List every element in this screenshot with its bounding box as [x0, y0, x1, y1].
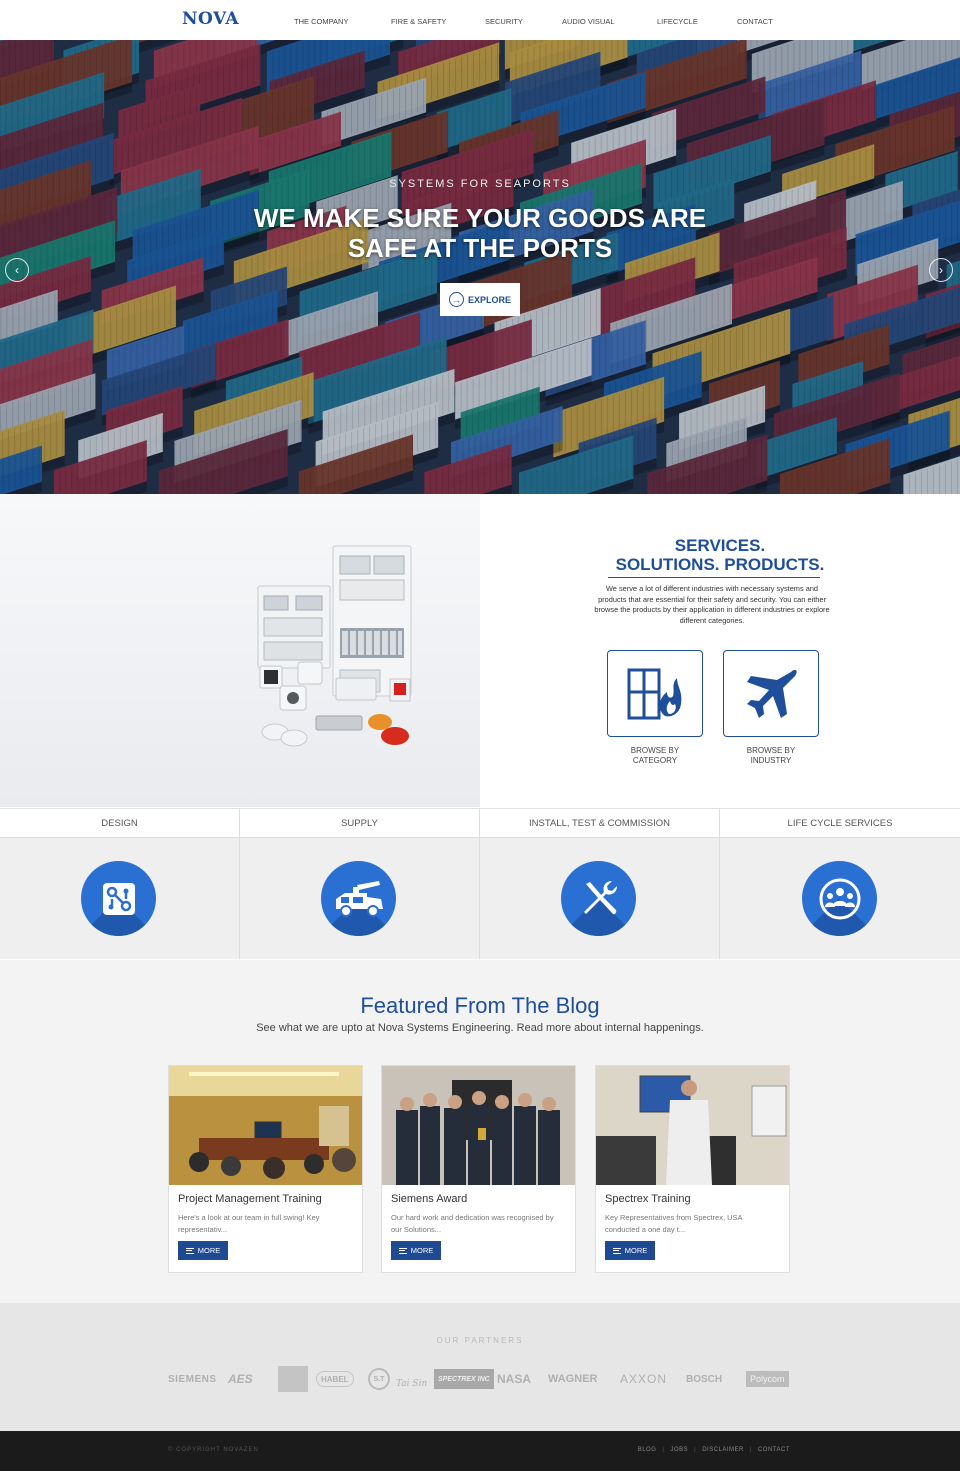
nav-item-the-company[interactable]: THE COMPANY — [294, 17, 348, 26]
footer-links: BLOG | JOBS | DISCLAIMER | CONTACT — [637, 1447, 790, 1453]
nav-item-audio-visual[interactable]: AUDIO VISUAL — [562, 17, 615, 26]
list-icon — [612, 1247, 621, 1254]
more-button[interactable]: MORE — [178, 1241, 228, 1260]
footer-link-contact[interactable]: CONTACT — [758, 1447, 790, 1453]
blog-section: Featured From The Blog See what we are u… — [0, 960, 960, 1303]
partner-logo-siemens[interactable]: SIEMENS — [168, 1368, 217, 1390]
services-description: We serve a lot of different industries w… — [594, 584, 830, 625]
blog-card-title[interactable]: Spectrex Training — [605, 1193, 691, 1205]
arrow-right-circle-icon: → — [448, 292, 464, 307]
blog-card[interactable]: Siemens Award Our hard work and dedicati… — [381, 1065, 576, 1273]
blog-card-image — [169, 1066, 362, 1185]
partner-logo-st[interactable]: S.T — [368, 1368, 390, 1390]
blog-title: Featured From The Blog — [360, 993, 600, 1018]
hero-slider: SYSTEMS FOR SEAPORTS WE MAKE SURE YOUR G… — [0, 40, 960, 494]
slider-prev-button[interactable]: ‹ — [5, 258, 29, 282]
process-install-label: INSTALL, TEST & COMMISSION — [480, 808, 719, 838]
partner-logo-nasa[interactable]: NASA — [497, 1368, 531, 1390]
blog-card-excerpt: Here's a look at our team in full swing!… — [178, 1213, 320, 1234]
blog-card-excerpt: Our hard work and dedication was recogni… — [391, 1213, 554, 1234]
more-button[interactable]: MORE — [391, 1241, 441, 1260]
nav-item-security[interactable]: SECURITY — [485, 17, 523, 26]
blog-card-title[interactable]: Siemens Award — [391, 1193, 467, 1205]
circuit-icon — [81, 861, 156, 936]
list-icon — [398, 1247, 407, 1254]
partner-logo-wagner[interactable]: WAGNER — [548, 1368, 598, 1390]
partners-title: OUR PARTNERS — [436, 1336, 524, 1345]
partner-logo-aes[interactable]: AES — [228, 1368, 253, 1390]
nav-item-contact[interactable]: CONTACT — [737, 17, 773, 26]
browse-by-industry-label: BROWSE BY INDUSTRY — [746, 746, 796, 765]
blog-card-image — [382, 1066, 575, 1185]
hero-title-line2: SAFE AT THE PORTS — [347, 233, 613, 263]
top-navigation: NOVA THE COMPANY FIRE & SAFETY SECURITY … — [0, 0, 960, 40]
services-divider — [608, 577, 820, 578]
partners-section: OUR PARTNERS SIEMENS AES HABEL S.T Tai S… — [0, 1303, 960, 1431]
chevron-left-icon: ‹ — [15, 263, 19, 277]
blog-card-title[interactable]: Project Management Training — [178, 1193, 322, 1205]
browse-by-category-label: BROWSE BY CATEGORY — [630, 746, 680, 765]
process-supply-label: SUPPLY — [240, 808, 479, 838]
footer-link-disclaimer[interactable]: DISCLAIMER — [702, 1447, 744, 1453]
partner-logo-axxon[interactable]: AXXON — [620, 1368, 667, 1390]
explore-button-label: EXPLORE — [467, 294, 511, 305]
services-title-line2: SOLUTIONS. PRODUCTS. — [615, 555, 825, 574]
hero-subtitle: SYSTEMS FOR SEAPORTS — [389, 178, 571, 190]
process-design-label: DESIGN — [0, 808, 239, 838]
footer-link-jobs[interactable]: JOBS — [670, 1447, 688, 1453]
process-install-test-commission[interactable]: INSTALL, TEST & COMMISSION — [480, 808, 720, 959]
fire-panel-product-image — [0, 494, 480, 807]
partner-logo-square[interactable] — [278, 1366, 308, 1392]
services-panel: SERVICES. SOLUTIONS. PRODUCTS. We serve … — [480, 494, 960, 807]
blog-card-excerpt: Key Representatives from Spectrex, USA c… — [605, 1213, 743, 1234]
tools-icon — [561, 861, 636, 936]
team-icon — [802, 861, 877, 936]
fire-alarm-equipment-illustration — [257, 545, 412, 747]
explore-button[interactable]: → EXPLORE — [440, 283, 520, 316]
blog-card[interactable]: Project Management Training Here's a loo… — [168, 1065, 363, 1273]
list-icon — [185, 1247, 194, 1254]
more-button[interactable]: MORE — [605, 1241, 655, 1260]
partner-logo-habel[interactable]: HABEL — [316, 1371, 354, 1387]
footer-link-blog[interactable]: BLOG — [638, 1447, 657, 1453]
browse-by-industry-button[interactable] — [723, 650, 819, 737]
partner-logo-tai-sin[interactable]: Tai Sin — [396, 1373, 427, 1395]
nav-item-fire-safety[interactable]: FIRE & SAFETY — [391, 17, 446, 26]
services-title-line1: SERVICES. — [674, 536, 766, 555]
window-fire-icon — [627, 668, 682, 719]
nova-logo[interactable]: NOVA — [182, 9, 239, 29]
partner-logo-polycom[interactable]: Polycom — [746, 1371, 789, 1387]
process-life-cycle-services[interactable]: LIFE CYCLE SERVICES — [720, 808, 960, 959]
hero-title-line1: WE MAKE SURE YOUR GOODS ARE — [253, 203, 707, 233]
partner-logo-spectrex[interactable]: SPECTREX INC — [434, 1369, 494, 1389]
process-life-cycle-label: LIFE CYCLE SERVICES — [720, 808, 960, 838]
slider-next-button[interactable]: › — [929, 258, 953, 282]
process-supply[interactable]: SUPPLY — [240, 808, 480, 959]
blog-subtitle: See what we are upto at Nova Systems Eng… — [256, 1022, 704, 1034]
blog-card-image — [596, 1066, 789, 1185]
footer: © COPYRIGHT NOVAZEN BLOG | JOBS | DISCLA… — [0, 1431, 960, 1471]
chevron-right-icon: › — [939, 263, 943, 277]
partner-logo-bosch[interactable]: BOSCH — [686, 1368, 722, 1390]
truck-icon — [321, 861, 396, 936]
blog-card[interactable]: Spectrex Training Key Representatives fr… — [595, 1065, 790, 1273]
nav-item-lifecycle[interactable]: LIFECYCLE — [657, 17, 698, 26]
browse-by-category-button[interactable] — [607, 650, 703, 737]
copyright-text: © COPYRIGHT NOVAZEN — [168, 1447, 259, 1453]
process-design[interactable]: DESIGN — [0, 808, 240, 959]
hero-title: WE MAKE SURE YOUR GOODS ARE SAFE AT THE … — [0, 203, 960, 263]
hero-background-containers — [0, 40, 960, 494]
airplane-icon — [747, 669, 797, 718]
